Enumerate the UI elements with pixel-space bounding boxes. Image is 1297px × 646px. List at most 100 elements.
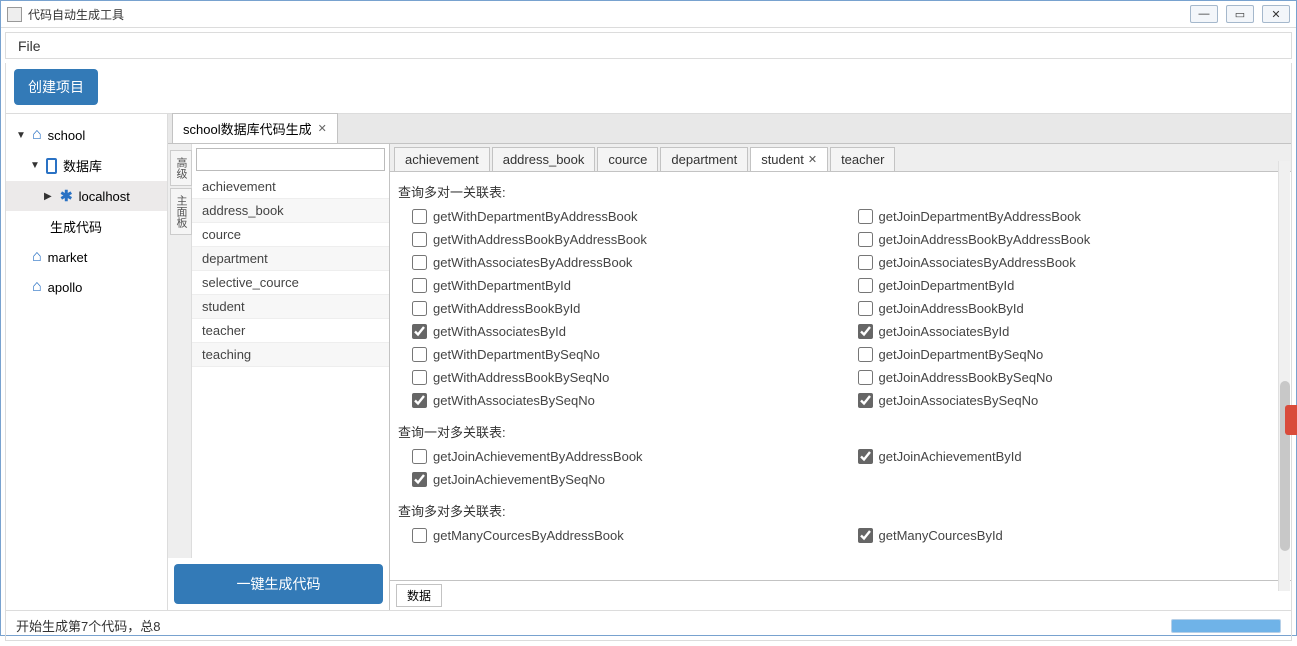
checkbox-option[interactable]: getWithAssociatesByAddressBook [412,255,838,270]
checkbox-option[interactable]: getManyCourcesByAddressBook [412,528,838,543]
table-row[interactable]: department [192,247,389,271]
checkbox-option[interactable]: getWithDepartmentBySeqNo [412,347,838,362]
checkbox-input[interactable] [412,449,427,464]
home-icon: ⌂ [32,248,42,266]
edge-handle[interactable] [1285,405,1297,435]
checkbox-input[interactable] [412,232,427,247]
bottom-tab-data[interactable]: 数据 [396,584,442,607]
close-button[interactable]: ✕ [1262,5,1290,23]
caret-down-icon: ▼ [30,160,40,171]
checkbox-label: getJoinAchievementById [879,449,1022,464]
checkbox-input[interactable] [858,232,873,247]
checkbox-input[interactable] [858,324,873,339]
checkbox-option[interactable]: getWithAddressBookBySeqNo [412,370,838,385]
checkbox-input[interactable] [858,301,873,316]
generate-button[interactable]: 一键生成代码 [174,564,383,604]
checkbox-label: getWithAddressBookById [433,301,580,316]
menu-file[interactable]: File [14,36,45,56]
entity-tab-department[interactable]: department [660,147,748,171]
checkbox-input[interactable] [412,255,427,270]
titlebar: 代码自动生成工具 — ▭ ✕ [1,1,1296,28]
checkbox-label: getManyCourcesByAddressBook [433,528,624,543]
checkbox-option[interactable]: getWithAddressBookByAddressBook [412,232,838,247]
checkbox-input[interactable] [412,278,427,293]
table-row[interactable]: teaching [192,343,389,367]
side-tab-2[interactable]: 主面板 [170,188,192,235]
checkbox-input[interactable] [412,370,427,385]
checkbox-input[interactable] [858,393,873,408]
checkbox-label: getJoinAddressBookBySeqNo [879,370,1053,385]
checkbox-label: getJoinAssociatesByAddressBook [879,255,1076,270]
checkbox-option[interactable]: getJoinDepartmentByAddressBook [858,209,1284,224]
checkbox-option[interactable]: getManyCourcesById [858,528,1284,543]
table-row[interactable]: achievement [192,175,389,199]
tree-node-localhost[interactable]: ▶ ✱ localhost [6,181,167,211]
entity-tab-cource[interactable]: cource [597,147,658,171]
checkbox-input[interactable] [858,278,873,293]
close-icon[interactable]: ✕ [808,153,817,166]
checkbox-input[interactable] [412,347,427,362]
checkbox-option[interactable]: getWithAssociatesBySeqNo [412,393,838,408]
checkbox-option[interactable]: getJoinDepartmentBySeqNo [858,347,1284,362]
checkbox-option[interactable]: getJoinAddressBookById [858,301,1284,316]
database-icon [46,158,57,174]
checkbox-input[interactable] [412,301,427,316]
status-text: 开始生成第7个代码，总8 [16,616,160,635]
tree-node-database[interactable]: ▼ 数据库 [6,150,167,181]
checkbox-input[interactable] [858,449,873,464]
checkbox-option[interactable]: getWithAddressBookById [412,301,838,316]
entity-tab-address_book[interactable]: address_book [492,147,596,171]
checkbox-option[interactable]: getJoinAchievementBySeqNo [412,472,838,487]
checkbox-option[interactable] [858,472,1284,487]
checkbox-option[interactable]: getWithDepartmentById [412,278,838,293]
tab-school-db[interactable]: school数据库代码生成 ✕ [172,113,338,143]
entity-tab-student[interactable]: student✕ [750,147,828,171]
table-row[interactable]: teacher [192,319,389,343]
checkbox-option[interactable]: getJoinDepartmentById [858,278,1284,293]
entity-tab-achievement[interactable]: achievement [394,147,490,171]
tab-label: department [671,152,737,167]
table-row[interactable]: cource [192,223,389,247]
checkbox-input[interactable] [858,209,873,224]
checkbox-option[interactable]: getJoinAchievementById [858,449,1284,464]
checkbox-input[interactable] [412,393,427,408]
checkbox-option[interactable]: getJoinAddressBookByAddressBook [858,232,1284,247]
tab-label: teacher [841,152,884,167]
tree-node-market[interactable]: ⌂ market [6,242,167,272]
tree-node-gencode[interactable]: 生成代码 [6,211,167,242]
table-row[interactable]: selective_cource [192,271,389,295]
side-tab-1[interactable]: 高级 [170,150,192,186]
checkbox-input[interactable] [858,255,873,270]
config-body[interactable]: 查询多对一关联表: getWithDepartmentByAddressBook… [390,172,1291,580]
create-project-button[interactable]: 创建项目 [14,69,98,105]
checkbox-option[interactable]: getWithAssociatesById [412,324,838,339]
checkbox-option[interactable]: getJoinAddressBookBySeqNo [858,370,1284,385]
checkbox-label: getJoinDepartmentById [879,278,1015,293]
scrollbar-track[interactable] [1278,161,1290,591]
checkbox-input[interactable] [412,472,427,487]
checkbox-input[interactable] [858,528,873,543]
tree-node-school[interactable]: ▼ ⌂ school [6,120,167,150]
checkbox-label: getManyCourcesById [879,528,1003,543]
close-icon[interactable]: ✕ [318,122,327,135]
checkbox-option[interactable]: getWithDepartmentByAddressBook [412,209,838,224]
checkbox-label: getWithDepartmentById [433,278,571,293]
tree-node-apollo[interactable]: ⌂ apollo [6,272,167,302]
checkbox-option[interactable]: getJoinAchievementByAddressBook [412,449,838,464]
checkbox-input[interactable] [412,324,427,339]
checkbox-input[interactable] [412,209,427,224]
entity-tab-teacher[interactable]: teacher [830,147,895,171]
window-title: 代码自动生成工具 [28,6,1190,23]
checkbox-input[interactable] [412,528,427,543]
minimize-button[interactable]: — [1190,5,1218,23]
table-row[interactable]: student [192,295,389,319]
statusbar: 开始生成第7个代码，总8 [5,611,1292,641]
checkbox-input[interactable] [858,370,873,385]
maximize-button[interactable]: ▭ [1226,5,1254,23]
checkbox-option[interactable]: getJoinAssociatesByAddressBook [858,255,1284,270]
table-row[interactable]: address_book [192,199,389,223]
checkbox-option[interactable]: getJoinAssociatesBySeqNo [858,393,1284,408]
table-search-input[interactable] [196,148,385,171]
checkbox-input[interactable] [858,347,873,362]
checkbox-option[interactable]: getJoinAssociatesById [858,324,1284,339]
